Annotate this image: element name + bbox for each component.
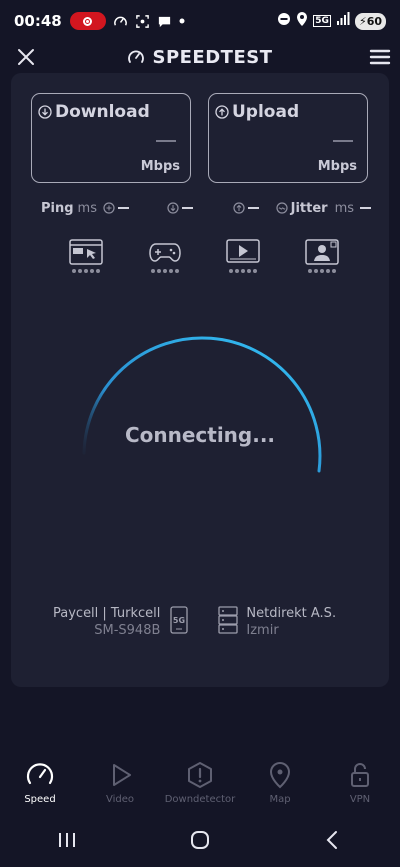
jitter-label: Jitter	[290, 200, 328, 216]
server-location: Izmir	[246, 623, 279, 638]
chat-icon	[157, 14, 172, 29]
nav-downdetector[interactable]: Downdetector	[165, 760, 235, 805]
server-info[interactable]: Netdirekt A.S. Izmir	[246, 605, 336, 639]
upload-icon	[215, 105, 229, 119]
ping-unit: ms	[77, 200, 97, 216]
download-box: Download Mbps	[31, 93, 191, 183]
browsing-experience[interactable]	[67, 239, 105, 279]
browser-icon	[69, 239, 103, 265]
signal-icon	[336, 12, 350, 30]
ping-upload-value	[233, 202, 259, 214]
nav-speed[interactable]: Speed	[5, 760, 75, 805]
app-logo: SPEEDTEST	[127, 47, 272, 68]
nav-video[interactable]: Video	[85, 760, 155, 805]
device-model: SM-S948B	[94, 623, 161, 638]
home-icon	[190, 831, 209, 849]
app-title: SPEEDTEST	[152, 46, 273, 68]
screen-record-indicator[interactable]	[69, 12, 106, 30]
app-header: SPEEDTEST	[0, 42, 400, 72]
jitter-icon	[276, 202, 288, 214]
ping-idle-icon	[103, 202, 115, 214]
upload-value-placeholder	[333, 140, 353, 142]
alert-icon	[188, 762, 212, 788]
system-navigation-bar	[0, 822, 400, 862]
back-button[interactable]	[322, 829, 344, 855]
download-unit: Mbps	[140, 159, 180, 174]
download-label: Download	[55, 102, 150, 122]
nav-speed-label: Speed	[24, 794, 56, 805]
ping-download-icon	[167, 202, 179, 214]
screenshot-icon	[135, 14, 150, 29]
server-icon	[218, 606, 239, 638]
ping-row: Ping ms Jitter ms	[41, 199, 371, 217]
nav-vpn-label: VPN	[349, 794, 371, 805]
speed-gauge	[82, 336, 322, 473]
more-notifications-dot	[179, 18, 185, 24]
speedometer-logo-icon	[128, 50, 145, 63]
home-button[interactable]	[189, 829, 211, 855]
video-call-icon	[305, 239, 339, 265]
video-call-experience[interactable]	[303, 239, 341, 279]
close-icon	[18, 49, 34, 65]
download-icon	[38, 105, 52, 119]
nav-vpn[interactable]: VPN	[325, 760, 395, 805]
status-time: 00:48	[14, 12, 62, 30]
do-not-disturb-icon	[277, 12, 291, 30]
connection-status: Connecting...	[124, 423, 276, 447]
upload-box: Upload Mbps	[208, 93, 368, 183]
gamepad-icon	[148, 243, 181, 262]
hamburger-menu-icon	[369, 49, 391, 65]
gauge-arc	[82, 336, 322, 473]
ping-idle-value	[103, 202, 129, 214]
svg-text:5G: 5G	[173, 616, 185, 625]
recent-apps-icon	[58, 833, 75, 847]
nav-map[interactable]: Map	[245, 760, 315, 805]
status-bar: 00:48 5G ⚡ 60	[0, 0, 400, 42]
play-icon	[113, 764, 131, 786]
jitter-value: Jitter ms	[276, 201, 371, 216]
network-5g-icon: 5G	[170, 606, 189, 638]
upload-unit: Mbps	[317, 159, 357, 174]
bottom-navigation: Speed Video Downdetector Map VPN	[0, 760, 400, 816]
speedometer-icon	[26, 763, 54, 785]
lock-icon	[351, 763, 369, 787]
experience-icons	[67, 239, 341, 279]
nav-map-label: Map	[269, 794, 291, 805]
ping-upload-icon	[233, 202, 245, 214]
speedtest-card: Download Mbps Upload Mbps Ping ms Jitter	[11, 73, 389, 687]
provider-name: Paycell | Turkcell	[53, 606, 161, 621]
upload-label: Upload	[232, 102, 300, 122]
video-player-icon	[226, 239, 261, 263]
provider-info[interactable]: Paycell | Turkcell SM-S948B	[53, 605, 160, 639]
recent-apps-button[interactable]	[56, 830, 78, 854]
back-icon	[326, 831, 338, 849]
close-button[interactable]	[14, 45, 38, 69]
network-type-icon: 5G	[313, 15, 331, 27]
provider-row: Paycell | Turkcell SM-S948B 5G Netdirekt…	[53, 605, 363, 639]
ping-label: Ping	[41, 200, 74, 216]
jitter-unit: ms	[334, 200, 354, 216]
gaming-experience[interactable]	[146, 239, 184, 279]
nav-video-label: Video	[105, 794, 135, 805]
download-value-placeholder	[156, 140, 176, 142]
speedtest-notification-icon	[113, 14, 128, 29]
map-pin-icon	[269, 761, 291, 789]
battery-icon: ⚡ 60	[354, 12, 386, 30]
location-icon	[296, 12, 308, 30]
ping-download-value	[167, 202, 193, 214]
menu-button[interactable]	[368, 45, 392, 69]
video-experience[interactable]	[224, 239, 262, 279]
server-name: Netdirekt A.S.	[246, 606, 337, 621]
nav-downdetector-label: Downdetector	[164, 794, 236, 805]
